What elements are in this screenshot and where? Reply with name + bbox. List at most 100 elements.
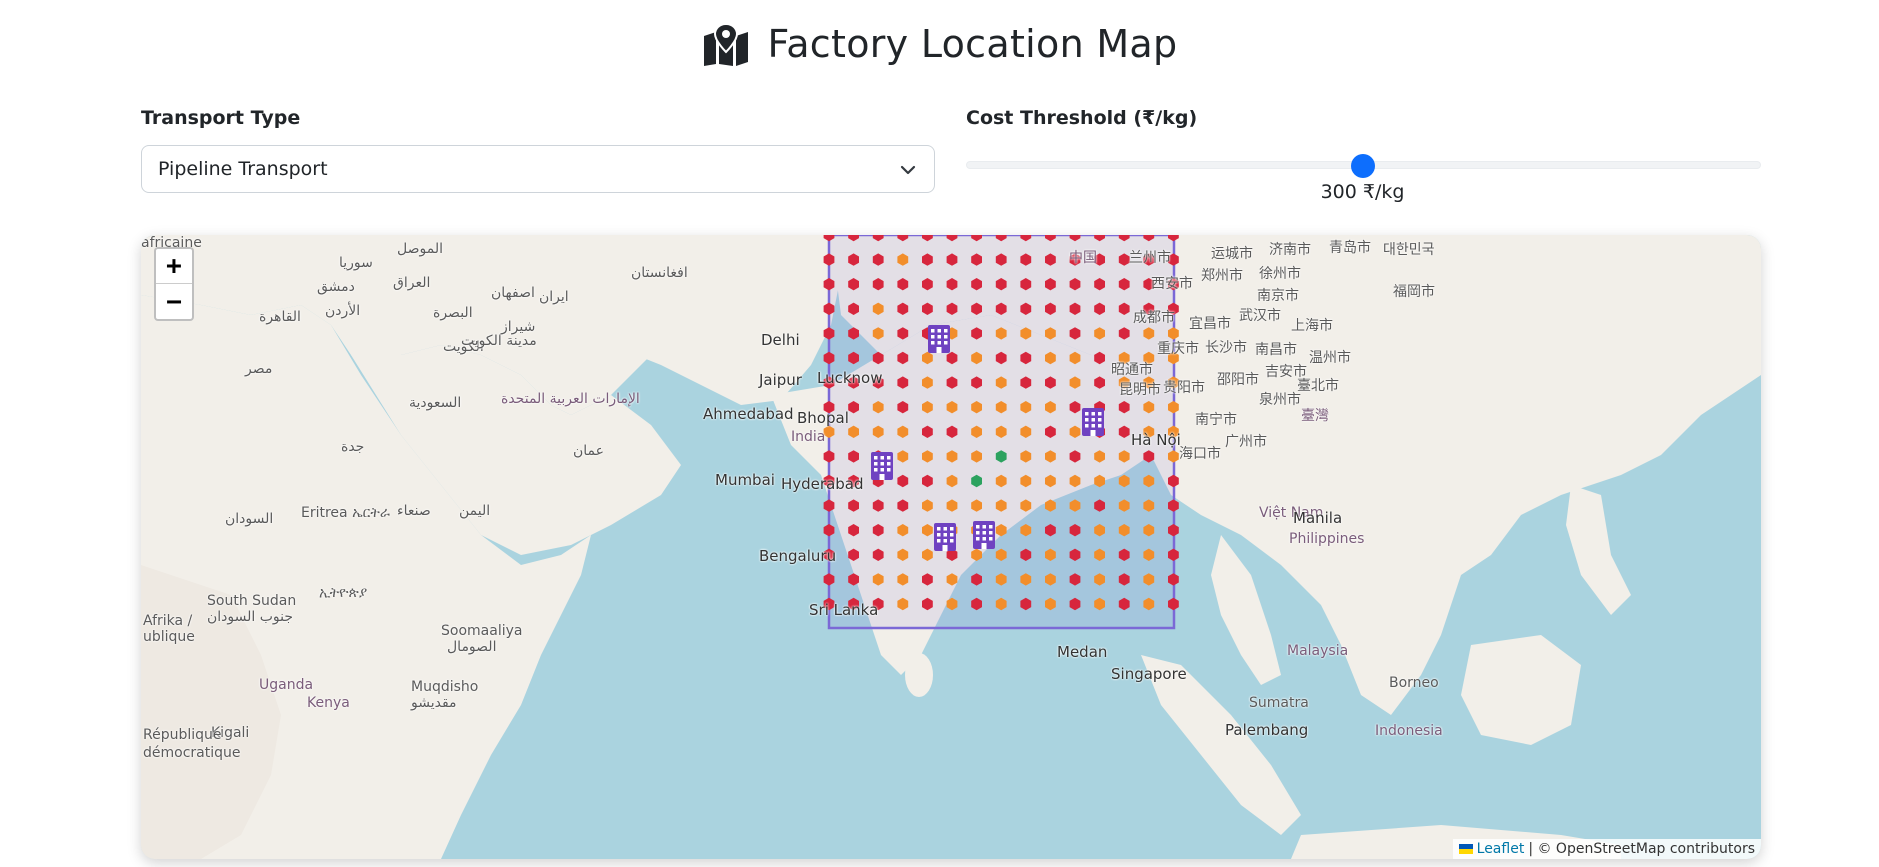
map-label: 济南市	[1269, 242, 1311, 258]
map-label: الصومال	[447, 639, 497, 655]
map-label: الأردن	[325, 303, 361, 319]
map-label: 青岛市	[1329, 240, 1371, 256]
factory-map[interactable]: 中国 兰州市 运城市 济南市 青岛市 대한민국 西安市 郑州市 徐州市南京市 福岡市成都市 宜昌市武…	[141, 235, 1761, 859]
map-label: Delhi	[761, 331, 800, 349]
factory-delhi-icon[interactable]	[928, 325, 950, 353]
page-title: Factory Location Map	[767, 22, 1178, 66]
map-label: سوريا	[339, 255, 373, 271]
map-label: Afrika /	[143, 613, 193, 629]
map-label: افغانستان	[631, 265, 688, 281]
map-label: الموصل	[397, 241, 443, 257]
map-label: 郑州市	[1201, 268, 1243, 284]
zoom-in-button[interactable]: +	[156, 249, 192, 284]
map-label: ublique	[143, 629, 195, 645]
map-label: 昭通市	[1111, 362, 1153, 378]
transport-type-select[interactable]: Pipeline Transport	[141, 145, 935, 193]
map-label: Bengaluru	[759, 547, 837, 565]
leaflet-link[interactable]: Leaflet	[1477, 841, 1525, 857]
slider-thumb[interactable]	[1351, 154, 1375, 178]
map-label: 重庆市	[1157, 341, 1199, 357]
map-label: Borneo	[1389, 675, 1439, 691]
map-label: جدة	[341, 439, 365, 455]
map-label: Hyderabad	[781, 475, 864, 493]
map-label: 南宁市	[1195, 412, 1237, 428]
map-label: Eritrea ኤርትራ	[301, 505, 390, 521]
map-label: السودان	[225, 511, 274, 527]
map-label: Uganda	[259, 677, 314, 693]
transport-type-label: Transport Type	[141, 107, 301, 129]
map-label: Hà Nội	[1131, 431, 1181, 449]
map-label: Lucknow	[817, 369, 883, 387]
map-location-icon	[703, 22, 748, 66]
transport-type-value: Pipeline Transport	[158, 158, 328, 180]
map-label: Manila	[1293, 509, 1343, 527]
chevron-down-icon	[900, 165, 916, 175]
map-label: ኢትዮጵያ	[319, 585, 368, 601]
map-label: Philippines	[1289, 531, 1365, 547]
map-label: 成都市	[1133, 310, 1175, 326]
map-label: 上海市	[1291, 318, 1333, 334]
page-header: Factory Location Map	[0, 22, 1879, 66]
map-label: مصر	[245, 361, 273, 377]
map-label: 贵阳市	[1163, 380, 1205, 396]
map-label: 长沙市	[1205, 340, 1247, 356]
factory-mumbai-icon[interactable]	[871, 452, 893, 480]
cost-threshold-value: 300 ₹/kg	[1320, 181, 1405, 203]
map-label: السعودية	[409, 395, 462, 411]
factory-bengaluru-west-icon[interactable]	[934, 523, 956, 551]
map-label: Mumbai	[715, 471, 775, 489]
map-label: Kenya	[307, 695, 350, 711]
cost-threshold-slider[interactable]	[966, 154, 1761, 178]
map-label: South Sudan	[207, 593, 297, 609]
map-label: Bhopal	[797, 409, 849, 427]
map-label: 福岡市	[1393, 284, 1435, 300]
map-label: 泉州市	[1259, 392, 1301, 408]
map-label: Palembang	[1225, 721, 1309, 739]
ukraine-flag-icon	[1458, 844, 1473, 854]
map-tiles	[141, 235, 1761, 859]
map-label: 南昌市	[1255, 342, 1297, 358]
map-label: Ahmedabad	[703, 405, 794, 423]
map-label: Malaysia	[1287, 643, 1349, 659]
map-label: جنوب السودان	[207, 609, 294, 625]
map-label: مدينة الكويت	[461, 333, 537, 349]
map-label: Sri Lanka	[809, 601, 879, 619]
map-label: République	[143, 727, 222, 743]
map-label: 中国	[1069, 250, 1097, 266]
map-label: شيراز	[501, 319, 536, 335]
map-label: Muqdisho	[411, 679, 479, 695]
map-label: 대한민국	[1383, 242, 1435, 258]
map-label: Jaipur	[759, 371, 802, 389]
map-attribution: Leaflet | © OpenStreetMap contributors	[1452, 839, 1761, 859]
zoom-out-button[interactable]: −	[156, 284, 192, 319]
map-label: صنعاء	[397, 503, 431, 519]
map-label: Medan	[1057, 643, 1108, 661]
map-label: démocratique	[143, 745, 241, 761]
map-label: 南京市	[1257, 288, 1299, 304]
map-label: 运城市	[1211, 246, 1253, 262]
map-label: 臺北市	[1297, 378, 1339, 394]
factory-bengaluru-east-icon[interactable]	[973, 521, 995, 549]
cost-threshold-label: Cost Threshold (₹/kg)	[966, 107, 1198, 129]
factory-kolkata-icon[interactable]	[1082, 408, 1104, 436]
osm-attribution-text: | © OpenStreetMap contributors	[1528, 841, 1755, 857]
map-label: Indonesia	[1375, 723, 1443, 739]
map-label: اصفهان	[491, 285, 535, 301]
map-label: 宜昌市	[1189, 316, 1231, 332]
map-label: الإمارات العربية المتحدة	[501, 391, 640, 407]
map-label: 昆明市	[1119, 382, 1161, 398]
map-label: Singapore	[1111, 665, 1187, 683]
map-label: العراق	[393, 275, 431, 291]
map-label: 西安市	[1151, 276, 1193, 292]
map-label: 广州市	[1225, 434, 1267, 450]
map-label: عمان	[573, 443, 604, 459]
zoom-control: + −	[154, 247, 194, 321]
map-label: القاهرة	[259, 309, 301, 325]
map-label: Sumatra	[1249, 695, 1309, 711]
map-label: 兰州市	[1129, 250, 1171, 266]
map-label: 武汉市	[1239, 308, 1281, 324]
map-label: 徐州市	[1259, 266, 1301, 282]
map-label: دمشق	[317, 279, 355, 295]
map-label: اليمن	[459, 503, 491, 519]
map-label: Soomaaliya	[441, 623, 523, 639]
